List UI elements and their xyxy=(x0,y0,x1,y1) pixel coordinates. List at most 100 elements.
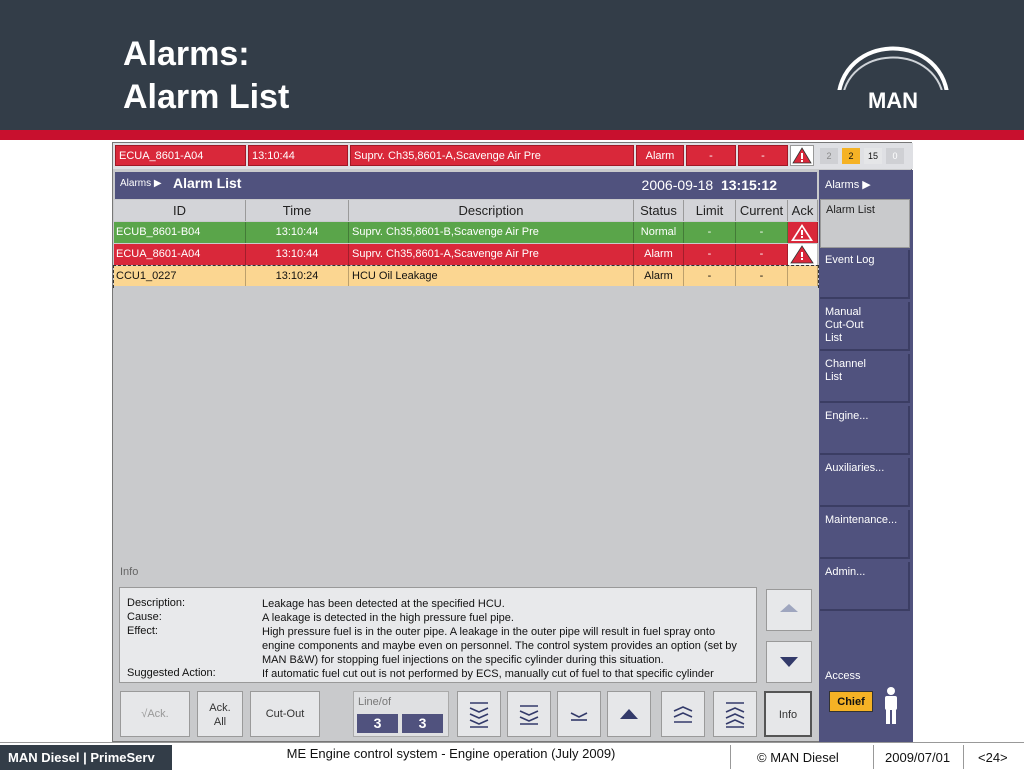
man-logo-text: MAN xyxy=(868,88,918,110)
col-current[interactable]: Current xyxy=(736,200,788,221)
alarm-bar-time: 13:10:44 xyxy=(248,145,348,166)
info-button[interactable]: Info xyxy=(764,691,812,737)
alarm-count-active: 2 xyxy=(842,148,860,164)
accent-line xyxy=(0,130,1024,140)
alarm-list-empty-area[interactable] xyxy=(114,286,818,561)
man-logo: MAN xyxy=(836,46,950,110)
cell-status: Alarm xyxy=(634,244,684,265)
cell-description: Suprv. Ch35,8601-B,Scavenge Air Pre xyxy=(349,222,634,243)
slide-title-line2: Alarm List xyxy=(123,78,290,116)
channel-list-line1: Channel xyxy=(825,358,866,370)
double-chevron-down-icon xyxy=(519,705,539,725)
alarm-bar-description: Suprv. Ch35,8601-A,Scavenge Air Pre xyxy=(350,145,634,166)
table-header: ID Time Description Status Limit Current… xyxy=(114,200,818,221)
sidebar: Alarms ▶ Alarm List Event Log Manual Cut… xyxy=(819,170,913,742)
channel-list-line2: List xyxy=(825,371,843,383)
alarm-bar-limit: - xyxy=(686,145,736,166)
cell-description: HCU Oil Leakage xyxy=(349,266,634,287)
alarm-bar-current: - xyxy=(738,145,788,166)
line-of-indicator: Line/of 3 3 xyxy=(353,691,449,737)
alarm-bar-id: ECUA_8601-A04 xyxy=(115,145,246,166)
clock-date: 2006-09-18 xyxy=(641,177,714,193)
cell-time: 13:10:44 xyxy=(246,222,349,243)
person-icon xyxy=(885,687,897,724)
scroll-up-button[interactable] xyxy=(766,589,812,631)
cell-status: Normal xyxy=(634,222,684,243)
chevron-down-icon xyxy=(570,712,588,721)
action-label: Suggested Action: xyxy=(127,667,216,679)
cell-current: - xyxy=(736,266,788,287)
sidebar-item-engine[interactable]: Engine... xyxy=(820,406,910,455)
slide-footer: MAN Diesel | PrimeServ ME Engine control… xyxy=(0,742,1024,770)
breadcrumb[interactable]: Alarms ▶ xyxy=(120,178,162,189)
double-chevron-up-icon xyxy=(673,706,693,723)
current-line: 3 xyxy=(357,714,398,733)
cell-limit: - xyxy=(684,222,736,243)
info-section-label: Info xyxy=(120,566,139,578)
sidebar-item-maintenance[interactable]: Maintenance... xyxy=(820,510,910,559)
col-status[interactable]: Status xyxy=(634,200,684,221)
cell-ack[interactable] xyxy=(788,222,818,243)
alarm-count-inactive: 2 xyxy=(820,148,838,164)
cell-time: 13:10:24 xyxy=(246,266,349,287)
scroll-down-button[interactable] xyxy=(766,641,812,683)
footer-divider xyxy=(730,745,731,769)
effect-label: Effect: xyxy=(127,625,158,637)
warning-icon xyxy=(790,245,814,264)
list-header: Alarms ▶ Alarm List 2006-09-18 13:15:12 xyxy=(115,172,817,199)
cell-current: - xyxy=(736,222,788,243)
sidebar-item-manual-cut-out-list[interactable]: Manual Cut-Out List xyxy=(820,302,910,351)
sidebar-item-alarm-list[interactable]: Alarm List xyxy=(820,199,910,248)
table-row[interactable]: CCU1_0227 13:10:24 HCU Oil Leakage Alarm… xyxy=(113,265,819,288)
manual-cutout-line1: Manual xyxy=(825,306,862,318)
sidebar-item-auxiliaries[interactable]: Auxiliaries... xyxy=(820,458,910,507)
table-row[interactable]: ECUA_8601-A04 13:10:44 Suprv. Ch35,8601-… xyxy=(114,244,818,265)
cell-time: 13:10:44 xyxy=(246,244,349,265)
active-alarm-bar[interactable]: ECUA_8601-A04 13:10:44 Suprv. Ch35,8601-… xyxy=(113,143,913,169)
ack-button[interactable]: √Ack. xyxy=(120,691,190,737)
col-limit[interactable]: Limit xyxy=(684,200,736,221)
slide-title-line1: Alarms: xyxy=(123,35,250,73)
scroll-to-top-button[interactable] xyxy=(457,691,501,737)
access-label: Access xyxy=(825,670,861,682)
cell-ack[interactable] xyxy=(788,266,818,287)
cell-status: Alarm xyxy=(634,266,684,287)
alarm-count-zero: 0 xyxy=(886,148,904,164)
page-down-button[interactable] xyxy=(507,691,551,737)
clock-time: 13:15:12 xyxy=(720,177,777,193)
chevron-right-icon: ▶ xyxy=(862,179,871,191)
effect-text: High pressure fuel is in the outer pipe.… xyxy=(262,626,737,666)
sidebar-item-admin[interactable]: Admin... xyxy=(820,562,910,611)
cell-current: - xyxy=(736,244,788,265)
cut-out-button[interactable]: Cut-Out xyxy=(250,691,320,737)
info-panel: Description: Leakage has been detected a… xyxy=(119,587,757,683)
cell-ack[interactable] xyxy=(788,244,818,265)
clock: 2006-09-18 13:15:12 xyxy=(642,177,777,193)
description-label: Description: xyxy=(127,597,186,609)
chevron-right-icon: ▶ xyxy=(153,178,162,189)
col-id[interactable]: ID xyxy=(114,200,246,221)
line-up-button[interactable] xyxy=(607,691,651,737)
sidebar-item-event-log[interactable]: Event Log xyxy=(820,250,910,299)
cell-limit: - xyxy=(684,244,736,265)
col-description[interactable]: Description xyxy=(349,200,634,221)
table-row[interactable]: ECUB_8601-B04 13:10:44 Suprv. Ch35,8601-… xyxy=(114,222,818,243)
col-time[interactable]: Time xyxy=(246,200,349,221)
ack-all-line2: All xyxy=(213,716,227,728)
total-lines: 3 xyxy=(402,714,443,733)
cause-label: Cause: xyxy=(127,611,162,623)
alarm-count-total: 15 xyxy=(864,148,882,164)
scroll-to-bottom-button[interactable] xyxy=(713,691,757,737)
footer-brand: MAN Diesel | PrimeServ xyxy=(0,745,172,770)
line-down-button[interactable] xyxy=(557,691,601,737)
sidebar-header[interactable]: Alarms ▶ xyxy=(825,178,871,191)
triangle-up-icon xyxy=(780,604,798,612)
access-level-button[interactable]: Chief xyxy=(829,691,873,712)
warning-icon[interactable] xyxy=(790,145,814,166)
sidebar-item-channel-list[interactable]: Channel List xyxy=(820,354,910,403)
ack-all-button[interactable]: Ack. All xyxy=(197,691,243,737)
footer-page-number: <24> xyxy=(978,750,1008,765)
col-ack[interactable]: Ack xyxy=(788,200,818,221)
page-up-button[interactable] xyxy=(661,691,705,737)
cell-id: ECUA_8601-A04 xyxy=(114,244,246,265)
